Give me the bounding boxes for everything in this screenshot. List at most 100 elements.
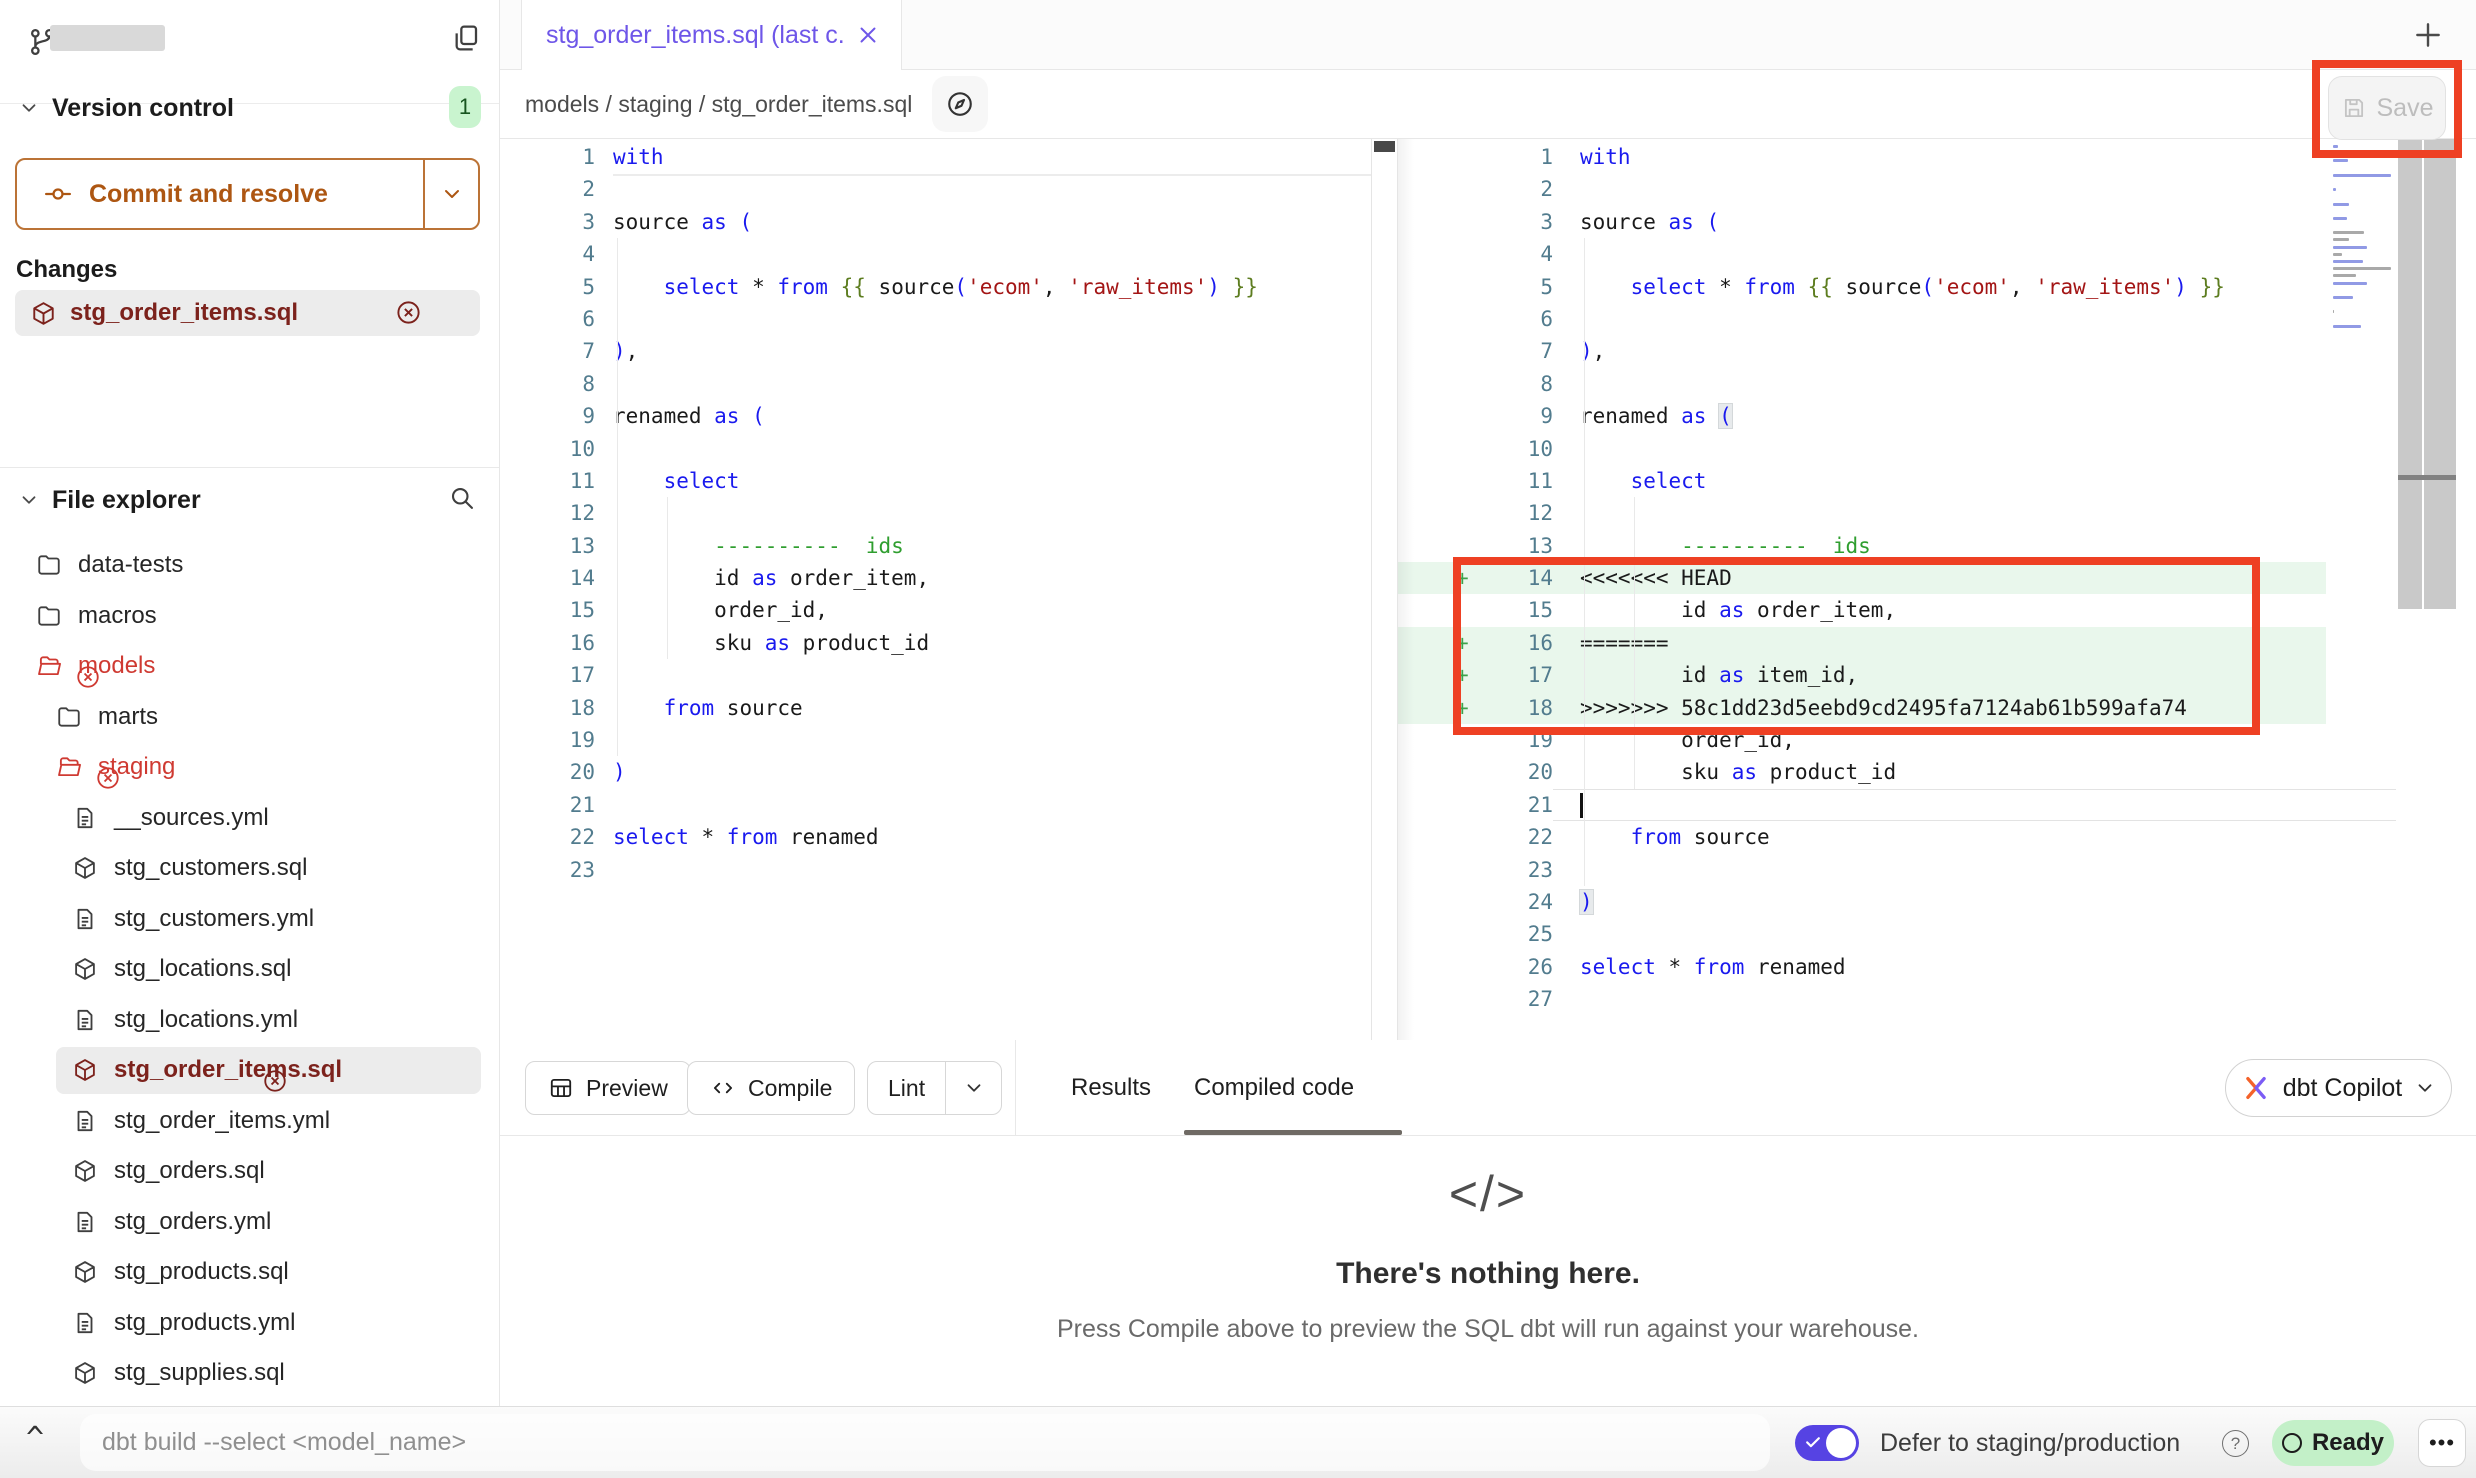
line-number: 10 <box>500 433 595 465</box>
code-line-13: 13 ---------- ids <box>1398 530 2396 562</box>
close-icon[interactable] <box>855 22 881 48</box>
editor-scrollbar[interactable] <box>2424 139 2456 609</box>
code-line-6: 6 <box>500 303 1371 335</box>
code-text: id as item_id, <box>1580 659 1858 691</box>
file-item-stg_products.sql[interactable]: stg_products.sql <box>0 1247 499 1298</box>
file-item-stg_orders.yml[interactable]: stg_orders.yml <box>0 1197 499 1248</box>
empty-state: </> There's nothing here. Press Compile … <box>500 1165 2476 1344</box>
preview-button[interactable]: Preview <box>525 1061 691 1115</box>
commit-dropdown-button[interactable] <box>423 160 478 228</box>
chevron-down-icon <box>963 1077 985 1099</box>
tab-stg_order_items[interactable]: stg_order_items.sql (last c... <box>521 0 902 70</box>
line-number: 5 <box>1478 271 1553 303</box>
line-number: 5 <box>500 271 595 303</box>
file-item-data-tests[interactable]: data-tests <box>0 540 499 591</box>
dbt-copilot-button[interactable]: dbt Copilot <box>2225 1059 2452 1117</box>
code-text: >>>>>>> 58c1dd23d5eebd9cd2495fa7124ab61b… <box>1580 692 2187 724</box>
search-icon[interactable] <box>448 484 476 512</box>
save-button[interactable]: Save <box>2328 76 2446 140</box>
model-cube-icon <box>72 1158 98 1184</box>
line-number: 4 <box>500 238 595 270</box>
minimap-slider[interactable] <box>2398 139 2422 609</box>
code-line-4: 4 <box>1398 238 2396 270</box>
code-icon: </> <box>500 1165 2476 1223</box>
file-item-__sources.yml[interactable]: __sources.yml <box>0 793 499 844</box>
code-line-9: 9renamed as ( <box>1398 400 2396 432</box>
code-text: select * from renamed <box>613 821 879 853</box>
file-item-label: stg_products.yml <box>114 1309 295 1337</box>
file-item-stg_supplies.sql[interactable]: stg_supplies.sql <box>0 1348 499 1399</box>
command-input[interactable]: dbt build --select <model_name> <box>80 1414 1770 1471</box>
copy-icon[interactable] <box>450 22 482 54</box>
file-item-stg_customers.yml[interactable]: stg_customers.yml <box>0 894 499 945</box>
line-number: 1 <box>1478 141 1553 173</box>
main-area: stg_order_items.sql (last c... models / … <box>500 0 2476 1406</box>
tab-results[interactable]: Results <box>1053 1040 1169 1135</box>
section-divider <box>0 467 499 468</box>
left-scrollbar-thumb[interactable] <box>1374 141 1395 152</box>
file-item-label: macros <box>78 602 157 630</box>
file-item-stg_orders.sql[interactable]: stg_orders.sql <box>0 1146 499 1197</box>
line-number: 21 <box>1478 789 1553 821</box>
file-item-stg_products.yml[interactable]: stg_products.yml <box>0 1298 499 1349</box>
code-line-2: 2 <box>1398 173 2396 205</box>
lint-dropdown-button[interactable] <box>945 1062 1001 1114</box>
file-item-models[interactable]: models <box>0 641 499 692</box>
conflict-x-circle-icon[interactable] <box>395 299 422 326</box>
compile-button[interactable]: Compile <box>687 1061 855 1115</box>
editor-pane-modified[interactable]: 1with23source as (45 select * from {{ so… <box>1398 139 2476 1040</box>
chevron-down-icon[interactable] <box>18 97 40 119</box>
chevron-down-icon <box>440 182 464 206</box>
file-item-macros[interactable]: macros <box>0 591 499 642</box>
minimap-line <box>2333 274 2356 277</box>
line-number: 11 <box>1478 465 1553 497</box>
file-item-stg_locations.yml[interactable]: stg_locations.yml <box>0 995 499 1046</box>
file-item-stg_order_items.sql[interactable]: stg_order_items.sql <box>0 1045 499 1096</box>
code-text: with <box>1580 141 1631 173</box>
commit-icon <box>43 179 73 209</box>
code-text: id as order_item, <box>613 562 929 594</box>
conflict-x-circle-icon[interactable] <box>75 664 101 690</box>
line-number: 24 <box>1478 886 1553 918</box>
changed-file-name: stg_order_items.sql <box>70 299 298 327</box>
code-text: ---------- ids <box>1580 530 1871 562</box>
line-number: 18 <box>500 692 595 724</box>
overflow-menu-button[interactable]: ••• <box>2418 1419 2466 1467</box>
line-number: 11 <box>500 465 595 497</box>
file-item-stg_order_items.yml[interactable]: stg_order_items.yml <box>0 1096 499 1147</box>
line-number: 27 <box>1478 983 1553 1015</box>
file-item-label: data-tests <box>78 551 183 579</box>
code-text: from source <box>1580 821 1770 853</box>
code-line-16: +16======= <box>1398 627 2326 659</box>
editor-pane-original[interactable]: 1with23source as (45 select * from {{ so… <box>500 139 1371 1040</box>
minimap-line <box>2333 296 2353 299</box>
new-tab-plus-icon[interactable] <box>2412 19 2444 51</box>
conflict-x-circle-icon[interactable] <box>95 765 121 791</box>
commit-button-label: Commit and resolve <box>89 180 328 209</box>
code-line-9: 9renamed as ( <box>500 400 1371 432</box>
lineage-button[interactable] <box>932 76 988 132</box>
chevron-down-icon[interactable] <box>18 489 40 511</box>
minimap-line <box>2333 174 2391 177</box>
defer-toggle[interactable] <box>1795 1425 1859 1461</box>
file-item-marts[interactable]: marts <box>0 692 499 743</box>
file-item-staging[interactable]: staging <box>0 742 499 793</box>
commit-and-resolve-button[interactable]: Commit and resolve <box>15 158 480 230</box>
file-item-stg_locations.sql[interactable]: stg_locations.sql <box>0 944 499 995</box>
tab-compiled-code[interactable]: Compiled code <box>1176 1040 1372 1135</box>
file-item-stg_customers.sql[interactable]: stg_customers.sql <box>0 843 499 894</box>
line-number: 6 <box>500 303 595 335</box>
editor-toolbar: Preview Compile Lint Results Compiled co… <box>500 1040 2476 1136</box>
conflict-x-circle-icon[interactable] <box>262 1068 288 1094</box>
changed-file-stg_order_items[interactable]: stg_order_items.sql <box>15 290 480 336</box>
minimap-line <box>2333 188 2336 191</box>
expand-caret-icon[interactable]: ^ <box>26 1421 44 1456</box>
help-question-icon[interactable]: ? <box>2222 1430 2249 1457</box>
minimap[interactable] <box>2333 145 2393 339</box>
folder-icon <box>56 704 82 730</box>
file-item-label: stg_supplies.sql <box>114 1359 285 1387</box>
line-number: 7 <box>500 335 595 367</box>
dbt-copilot-label: dbt Copilot <box>2283 1074 2403 1103</box>
lint-button[interactable]: Lint <box>867 1061 1002 1115</box>
code-text: select <box>1580 465 1706 497</box>
